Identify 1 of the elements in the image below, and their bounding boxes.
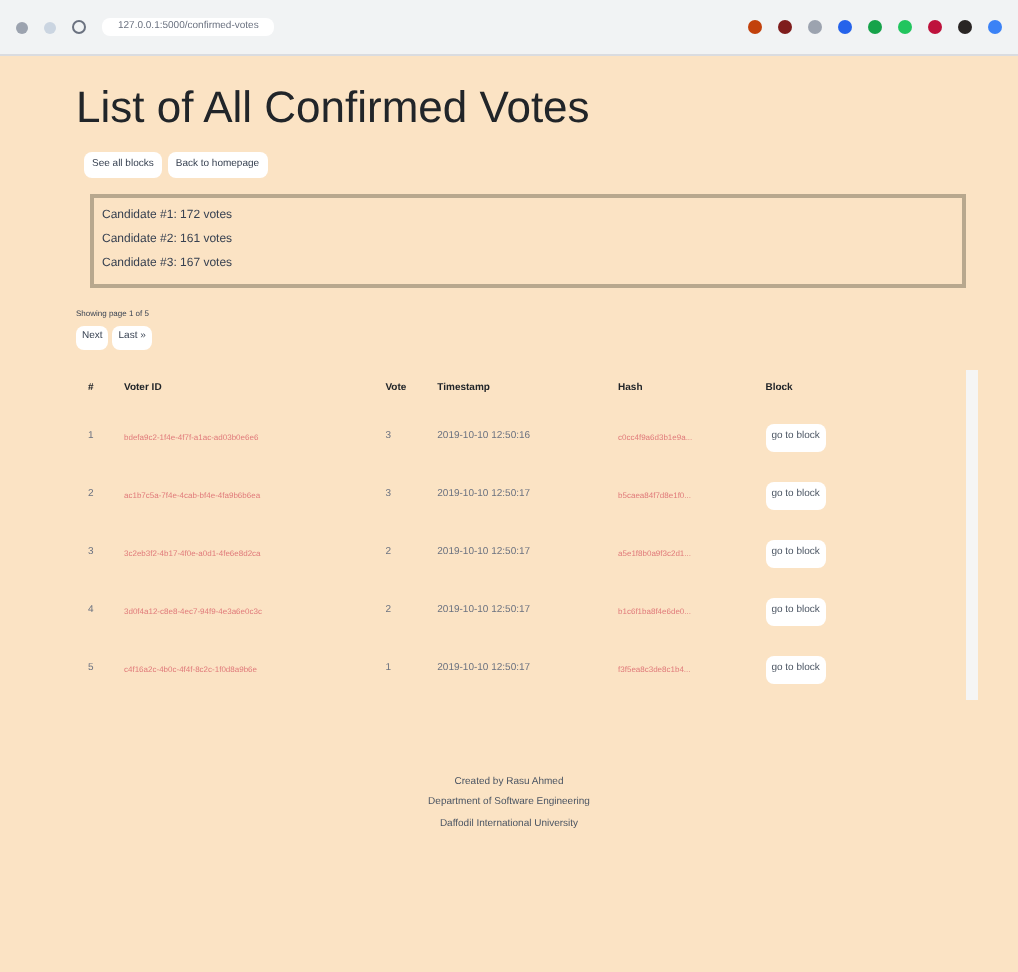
page-title: List of All Confirmed Votes	[76, 80, 592, 135]
